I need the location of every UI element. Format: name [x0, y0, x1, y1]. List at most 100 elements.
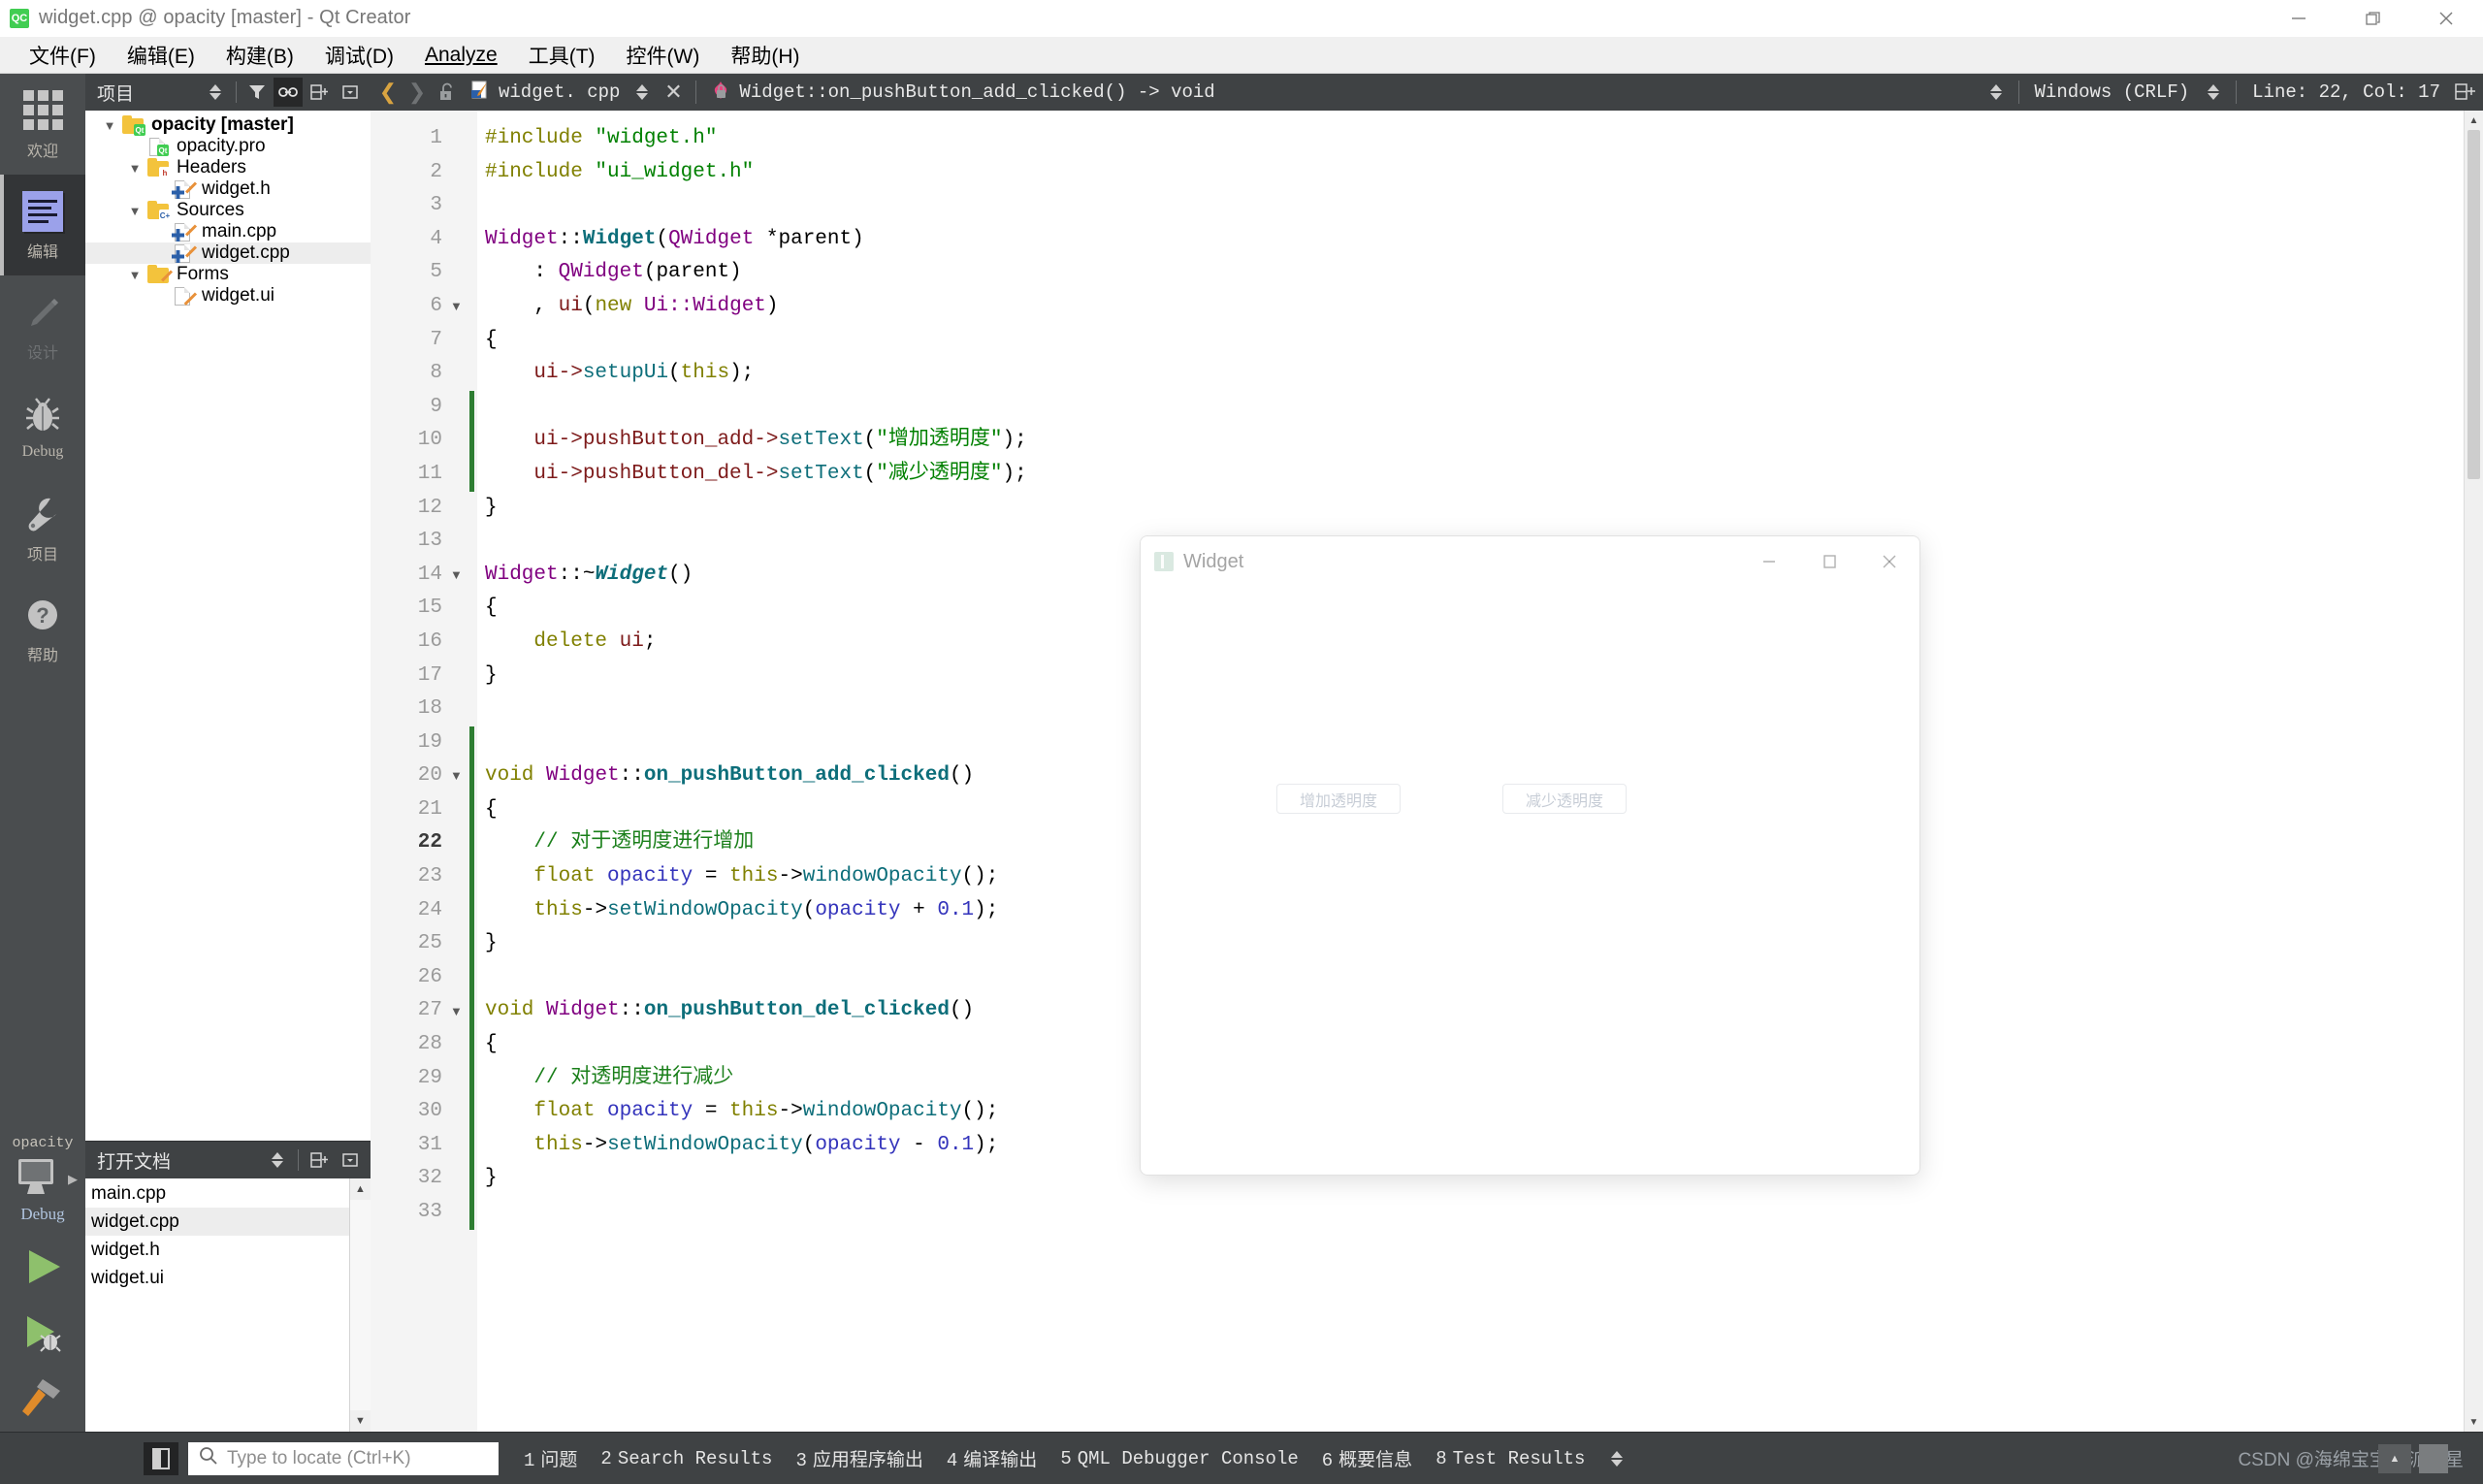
tree-item-headers[interactable]: ▼ h Headers	[85, 157, 371, 178]
output-pane-button[interactable]: 2 Search Results	[589, 1448, 784, 1469]
fold-toggle-icon[interactable]: ▼	[450, 290, 463, 324]
symbol-selector[interactable]: Widget::on_pushButton_add_clicked() -> v…	[704, 80, 1220, 106]
output-pane-button[interactable]: 1 问题	[512, 1445, 589, 1471]
mode-debug[interactable]: Debug	[0, 376, 85, 477]
menu-build[interactable]: 构建(B)	[210, 37, 309, 74]
sort-stepper-icon[interactable]	[201, 78, 230, 107]
link-sync-icon[interactable]	[274, 78, 303, 107]
output-pane-button[interactable]: 4 编译输出	[935, 1445, 1048, 1471]
close-icon[interactable]	[2409, 0, 2483, 37]
tree-expand-arrow-icon[interactable]: ▼	[124, 204, 145, 218]
close-document-button[interactable]: ✕	[659, 78, 688, 107]
line-ending-selector[interactable]: Windows (CRLF)	[2027, 81, 2198, 103]
editor-vertical-scrollbar[interactable]: ▲ ▼	[2464, 111, 2483, 1432]
code-folding-bar[interactable]: ▼ ▼ ▼ ▼	[448, 111, 469, 1432]
output-pane-button[interactable]: 5 QML Debugger Console	[1048, 1448, 1309, 1469]
run-button[interactable]	[0, 1234, 85, 1300]
split-editor-button[interactable]	[2450, 78, 2479, 107]
code-token: Widget	[546, 764, 620, 788]
increase-opacity-button[interactable]: 增加透明度	[1276, 784, 1401, 814]
fold-toggle-icon[interactable]: ▼	[450, 995, 463, 1029]
menu-tools[interactable]: 工具(T)	[513, 37, 611, 74]
open-document-item[interactable]: widget.cpp	[85, 1208, 349, 1236]
maximize-restore-icon[interactable]	[2336, 0, 2409, 37]
mode-debug-label: Debug	[21, 442, 64, 460]
mode-projects[interactable]: 项目	[0, 477, 85, 578]
scroll-up-icon[interactable]: ▲	[350, 1178, 371, 1200]
output-pane-button[interactable]: 8 Test Results	[1424, 1448, 1596, 1469]
tree-expand-arrow-icon[interactable]: ▼	[124, 268, 145, 282]
tree-item-forms[interactable]: ▼ Forms	[85, 264, 371, 285]
split-add-icon[interactable]	[305, 1145, 334, 1175]
build-project-button[interactable]	[0, 1366, 85, 1432]
open-document-item[interactable]: widget.h	[85, 1236, 349, 1264]
toggle-sidebar-button[interactable]	[144, 1441, 178, 1475]
output-pane-button[interactable]: 6 概要信息	[1310, 1445, 1424, 1471]
running-widget-window[interactable]: Widget 增加透明度 减少透明度	[1140, 535, 1920, 1176]
menu-debug[interactable]: 调试(D)	[309, 37, 409, 74]
open-document-item[interactable]: main.cpp	[85, 1179, 349, 1208]
scroll-track[interactable]	[350, 1200, 371, 1410]
fold-toggle-icon[interactable]: ▼	[450, 559, 463, 593]
mode-design[interactable]: 设计	[0, 275, 85, 376]
scroll-up-icon[interactable]: ▲	[2465, 111, 2483, 130]
menu-analyze[interactable]: Analyze	[409, 40, 513, 71]
file-dropdown-stepper[interactable]	[628, 78, 657, 107]
navigate-back-button[interactable]: ❮	[374, 78, 402, 107]
tree-item-opacity--master-[interactable]: ▼ Qt opacity [master]	[85, 114, 371, 136]
current-file-chip[interactable]: widget. cpp	[464, 80, 626, 106]
tree-item-label: widget.cpp	[202, 242, 290, 263]
locator-input[interactable]: Type to locate (Ctrl+K)	[188, 1441, 499, 1475]
scroll-down-icon[interactable]: ▼	[2465, 1412, 2483, 1432]
tree-item-widget.cpp[interactable]: widget.cpp	[85, 242, 371, 264]
tree-expand-arrow-icon[interactable]: ▼	[99, 118, 120, 133]
widget-minimize-icon[interactable]	[1739, 536, 1799, 587]
line-ending-stepper[interactable]	[2199, 78, 2228, 107]
sort-stepper-icon[interactable]	[263, 1145, 292, 1175]
start-debugging-button[interactable]	[0, 1300, 85, 1366]
resize-grip[interactable]	[2419, 1443, 2448, 1473]
tree-item-main.cpp[interactable]: main.cpp	[85, 221, 371, 242]
scroll-thumb[interactable]	[2467, 130, 2480, 479]
split-add-icon[interactable]	[305, 78, 334, 107]
filter-icon[interactable]	[242, 78, 272, 107]
open-documents-scrollbar[interactable]: ▲ ▼	[349, 1178, 371, 1432]
widget-close-icon[interactable]	[1859, 536, 1919, 587]
project-tree[interactable]: ▼ Qt opacity [master] Qt opacity.pro ▼ h Header…	[85, 111, 371, 1141]
chevron-left-icon: ❮	[378, 80, 398, 104]
minimize-icon[interactable]	[2262, 0, 2336, 37]
tree-expand-arrow-icon[interactable]: ▼	[124, 161, 145, 176]
close-split-icon[interactable]	[336, 1145, 365, 1175]
kit-target-row[interactable]: ▶	[8, 1153, 78, 1205]
fold-toggle-icon[interactable]: ▼	[450, 759, 463, 793]
menu-window[interactable]: 控件(W)	[611, 37, 716, 74]
mode-edit[interactable]: 编辑	[0, 175, 85, 275]
mode-help[interactable]: ? 帮助	[0, 578, 85, 679]
tree-item-opacity.pro[interactable]: Qt opacity.pro	[85, 136, 371, 157]
close-split-icon[interactable]	[336, 78, 365, 107]
line-number: 11	[417, 462, 442, 485]
kit-selector[interactable]: opacity ▶ Debug	[0, 1129, 85, 1234]
menu-edit[interactable]: 编辑(E)	[112, 37, 210, 74]
menu-file[interactable]: 文件(F)	[14, 37, 112, 74]
code-token: opacity	[815, 898, 901, 921]
unlock-icon[interactable]	[433, 78, 462, 107]
code-token: 0.1	[937, 898, 975, 921]
scroll-down-icon[interactable]: ▼	[350, 1410, 371, 1432]
widget-maximize-icon[interactable]	[1799, 536, 1859, 587]
decrease-opacity-button[interactable]: 减少透明度	[1502, 784, 1627, 814]
navigate-forward-button[interactable]: ❯	[403, 78, 431, 107]
open-documents-list[interactable]: main.cpp widget.cpp widget.h widget.ui ▲ ▼	[85, 1178, 371, 1432]
tree-item-widget.h[interactable]: widget.h	[85, 178, 371, 200]
symbol-stepper[interactable]	[1982, 78, 2011, 107]
tree-item-widget.ui[interactable]: widget.ui	[85, 285, 371, 306]
output-pane-stepper[interactable]	[1602, 1444, 1631, 1473]
scroll-track[interactable]	[2465, 479, 2483, 1412]
menu-help[interactable]: 帮助(H)	[715, 37, 815, 74]
output-pane-button[interactable]: 3 应用程序输出	[784, 1445, 934, 1471]
tree-item-sources[interactable]: ▼ C+ Sources	[85, 200, 371, 221]
mode-welcome[interactable]: 欢迎	[0, 74, 85, 175]
expand-output-pane-icon[interactable]: ▲	[2378, 1443, 2411, 1473]
open-document-item[interactable]: widget.ui	[85, 1264, 349, 1292]
kit-chevron-icon[interactable]: ▶	[68, 1172, 78, 1187]
